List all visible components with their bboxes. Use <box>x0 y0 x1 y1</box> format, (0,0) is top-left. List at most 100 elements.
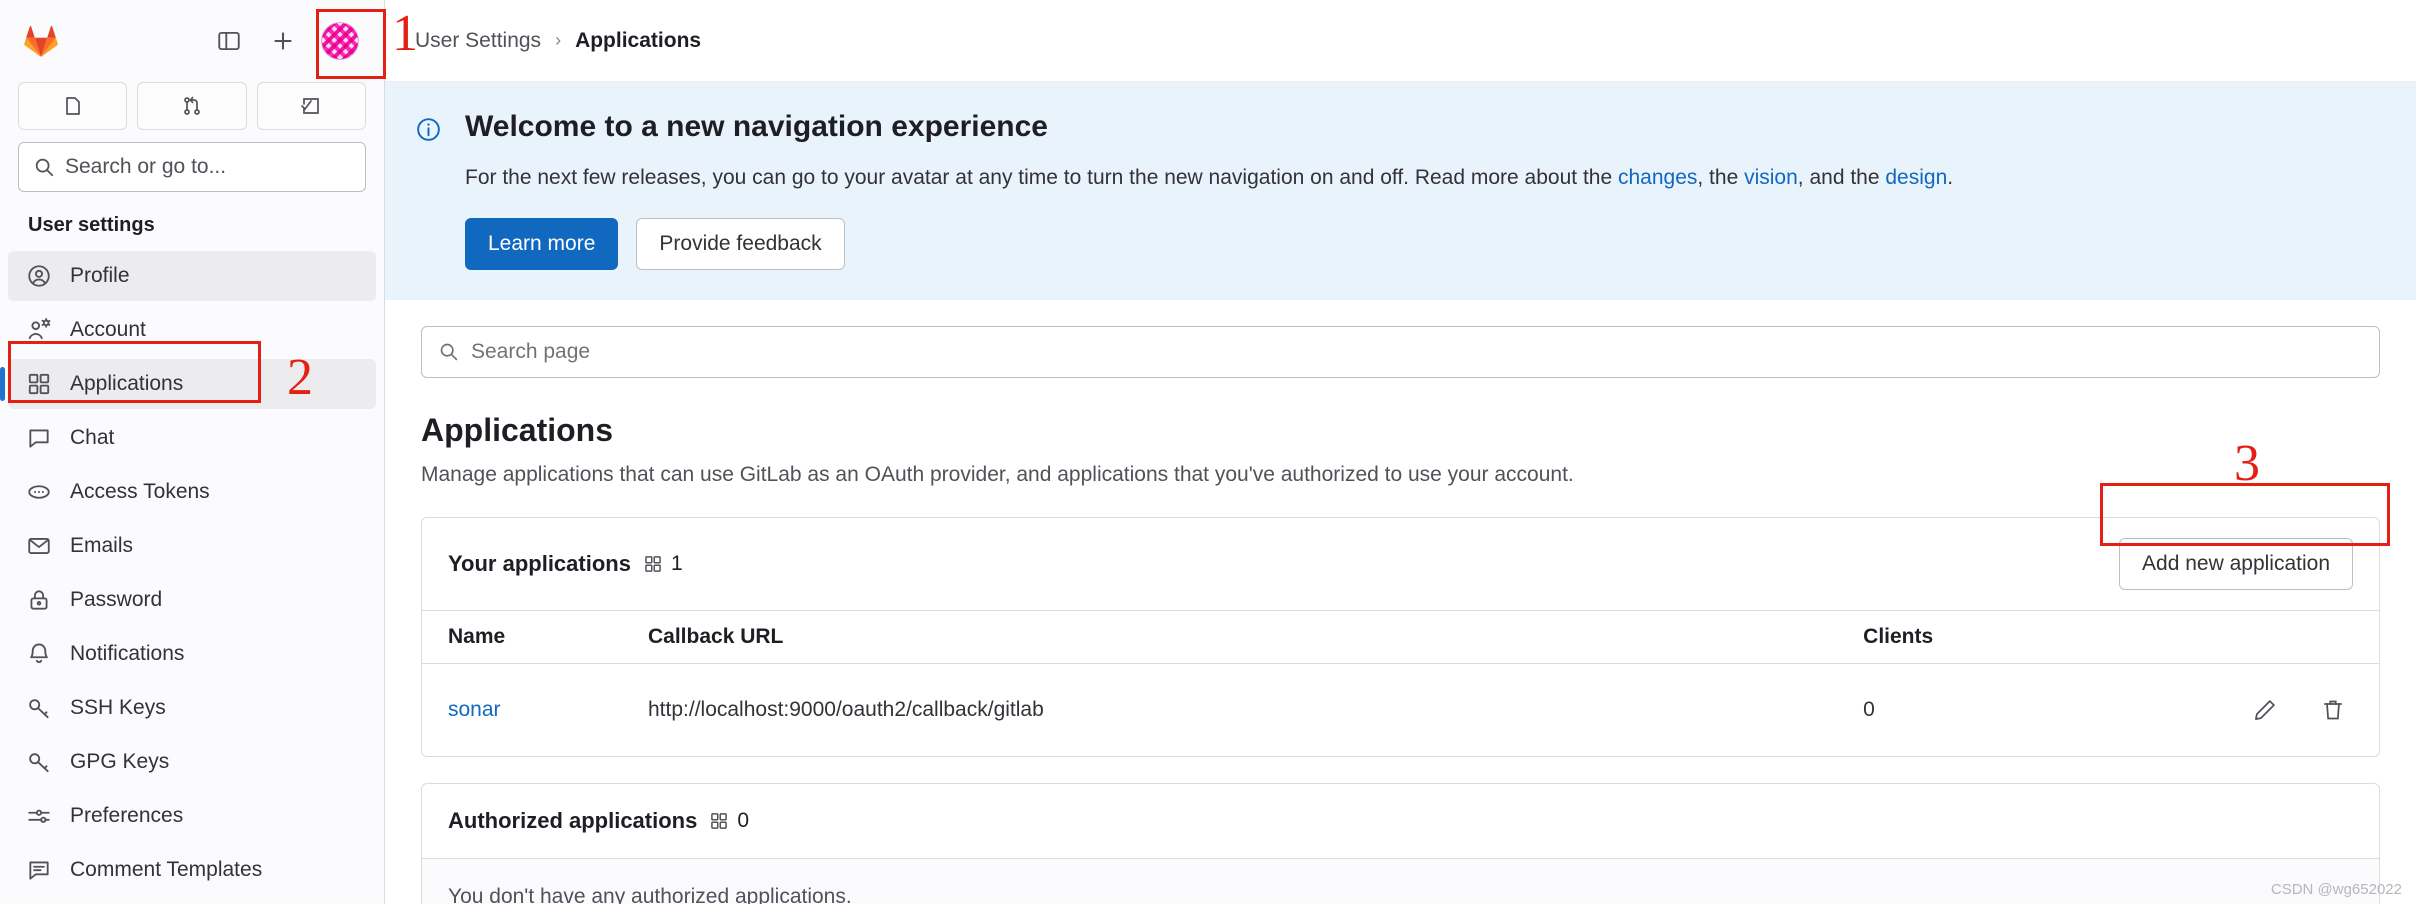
search-or-go-to-input[interactable]: Search or go to... <box>18 142 366 192</box>
column-clients: Clients <box>1837 609 2198 664</box>
sidebar-item-applications[interactable]: Applications <box>0 359 376 409</box>
learn-more-button[interactable]: Learn more <box>465 217 619 270</box>
banner-text-mid1: , the <box>1697 166 1745 189</box>
application-name-link[interactable]: sonar <box>448 698 501 721</box>
avatar-button[interactable] <box>314 15 366 67</box>
trash-icon[interactable] <box>2313 690 2353 730</box>
sidebar-item-label: Notifications <box>70 642 185 665</box>
applications-grid-icon <box>26 371 52 397</box>
authorized-applications-header: Authorized applications 0 <box>422 784 2379 858</box>
key-icon <box>26 749 52 775</box>
issues-shortcut[interactable] <box>18 82 128 130</box>
chat-bubble-icon <box>29 429 49 448</box>
sidebar-toggle-icon[interactable] <box>206 18 252 64</box>
new-navigation-banner: Welcome to a new navigation experience F… <box>385 82 2416 300</box>
sidebar-item-gpg-keys[interactable]: GPG Keys <box>8 737 376 787</box>
sidebar-item-password[interactable]: Password <box>8 575 376 625</box>
sidebar-item-chat[interactable]: Chat <box>8 413 376 463</box>
add-new-application-button[interactable]: Add new application <box>2119 537 2353 590</box>
pencil-icon[interactable] <box>2245 690 2285 730</box>
search-page-placeholder: Search page <box>471 339 591 363</box>
applications-grid-icon <box>711 812 728 829</box>
banner-text-end: . <box>1947 166 1954 189</box>
sidebar-section-title: User settings <box>28 214 155 236</box>
sidebar-item-profile[interactable]: Profile <box>8 251 376 301</box>
comment-lines-icon <box>26 857 52 883</box>
sliders-icon <box>28 809 50 823</box>
applications-grid-icon <box>28 373 50 395</box>
gitlab-application-window: Search or go to... User settings Profile… <box>0 0 2416 904</box>
sidebar-item-access-tokens[interactable]: Access Tokens <box>8 467 376 517</box>
bell-icon <box>30 643 48 663</box>
banner-text-mid2: , and the <box>1797 166 1886 189</box>
bell-icon <box>26 641 52 667</box>
applications-page: Search page Applications Manage applicat… <box>385 300 2416 904</box>
merge-requests-shortcut[interactable] <box>137 82 247 130</box>
your-applications-count: 1 <box>643 552 683 576</box>
sidebar-item-ssh-keys[interactable]: SSH Keys <box>8 683 376 733</box>
breadcrumb-separator-icon: › <box>555 30 562 50</box>
token-icon <box>28 485 50 499</box>
design-link[interactable]: design <box>1885 166 1947 189</box>
gitlab-tanuki-icon[interactable] <box>18 18 64 64</box>
lock-icon <box>26 587 52 613</box>
changes-link[interactable]: changes <box>1618 166 1697 189</box>
lock-icon <box>30 590 48 610</box>
account-gear-icon <box>28 318 51 340</box>
authorized-applications-title: Authorized applications <box>448 807 698 833</box>
applications-table-head: Name Callback URL Clients <box>422 609 2379 664</box>
token-icon <box>26 479 52 505</box>
sidebar-item-label: SSH Keys <box>70 696 166 719</box>
search-icon <box>35 158 54 177</box>
sidebar-item-label: Preferences <box>70 804 184 827</box>
key-icon <box>29 753 49 773</box>
sidebar-item-notifications[interactable]: Notifications <box>8 629 376 679</box>
vision-link[interactable]: vision <box>1744 166 1798 189</box>
column-name: Name <box>422 609 622 664</box>
breadcrumb-user-settings[interactable]: User Settings <box>415 29 541 53</box>
comment-lines-icon <box>29 861 49 880</box>
sidebar-item-label: Profile <box>70 264 130 287</box>
sidebar-item-label: Applications <box>70 372 184 395</box>
sidebar-item-preferences[interactable]: Preferences <box>8 791 376 841</box>
column-actions <box>2197 609 2379 664</box>
your-applications-title-group: Your applications 1 <box>448 551 683 577</box>
sidebar-item-label: Comment Templates <box>70 858 263 881</box>
plus-icon[interactable] <box>260 18 306 64</box>
info-circle-icon <box>415 110 445 270</box>
envelope-icon <box>28 538 50 554</box>
cell-name: sonar <box>422 663 622 756</box>
sidebar-item-emails[interactable]: Emails <box>8 521 376 571</box>
authorized-applications-card: Authorized applications 0 You don't have… <box>421 782 2380 904</box>
your-applications-card: Your applications 1 Add new application <box>421 516 2380 757</box>
key-icon <box>26 695 52 721</box>
main-content: User Settings › Applications Welcome to … <box>385 0 2416 904</box>
sidebar-item-comment-templates[interactable]: Comment Templates <box>8 845 376 895</box>
account-gear-icon <box>26 317 52 343</box>
sidebar-item-account[interactable]: Account <box>8 305 376 355</box>
cell-clients: 0 <box>1863 697 1875 721</box>
banner-description: For the next few releases, you can go to… <box>465 162 2386 194</box>
page-title: Applications <box>421 411 614 448</box>
search-icon <box>440 343 458 361</box>
sidebar-item-label: GPG Keys <box>70 750 170 773</box>
sidebar-item-active-sessions[interactable]: Active Sessions <box>8 899 376 904</box>
sidebar-item-label: Account <box>70 318 146 341</box>
key-icon <box>29 699 49 719</box>
user-circle-icon <box>28 265 50 287</box>
your-applications-header: Your applications 1 Add new application <box>422 518 2379 610</box>
page-description: Manage applications that can use GitLab … <box>421 462 1574 486</box>
sidebar-quick-actions <box>0 82 384 142</box>
authorized-applications-title-group: Authorized applications 0 <box>448 808 749 834</box>
provide-feedback-button[interactable]: Provide feedback <box>636 217 845 270</box>
todos-shortcut[interactable] <box>256 82 366 130</box>
search-page-input[interactable]: Search page <box>421 325 2380 378</box>
banner-body: Welcome to a new navigation experience F… <box>465 110 2386 270</box>
watermark: CSDN @wg652022 <box>2270 881 2402 898</box>
breadcrumb-applications[interactable]: Applications <box>575 29 701 53</box>
authorized-applications-count: 0 <box>709 809 749 833</box>
column-callback-url: Callback URL <box>622 609 1838 664</box>
cell-actions <box>2197 663 2379 756</box>
applications-table-body: sonar http://localhost:9000/oauth2/callb… <box>422 663 2379 756</box>
banner-text-before: For the next few releases, you can go to… <box>465 166 1618 189</box>
